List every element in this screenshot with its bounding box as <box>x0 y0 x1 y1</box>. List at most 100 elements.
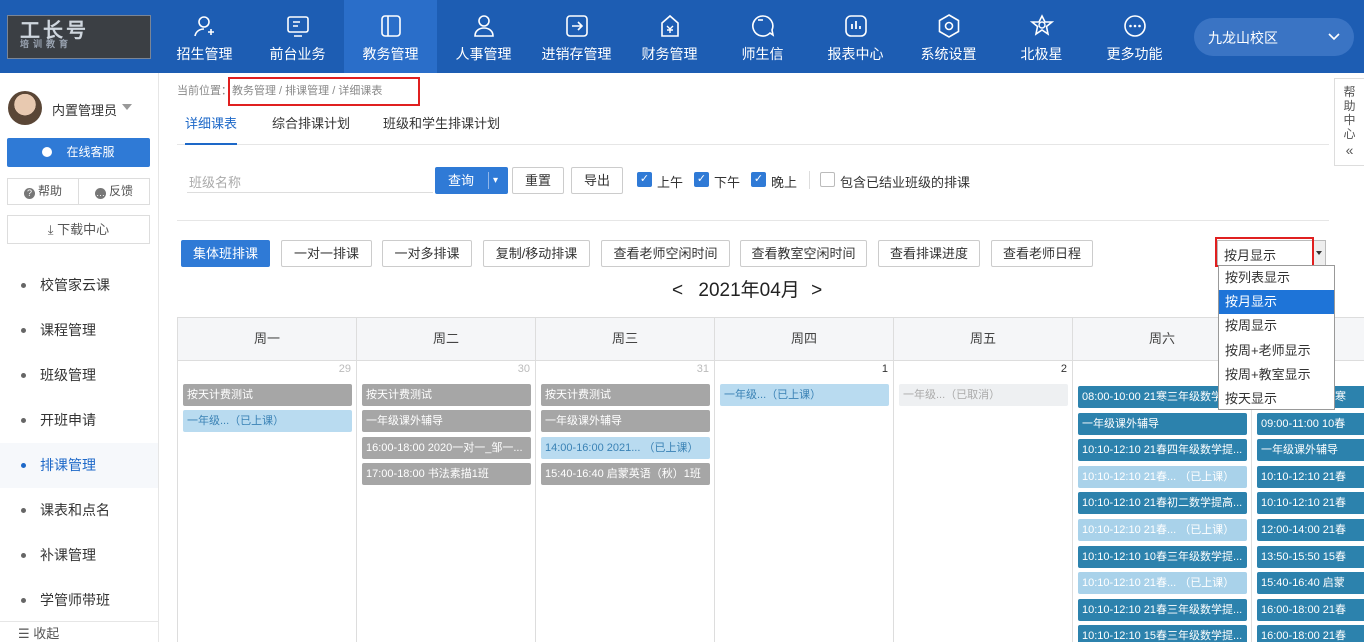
schedule-event[interactable]: 09:00-11:00 10春 <box>1257 412 1364 435</box>
schedule-event[interactable]: 10:10-12:10 21春... （已上课） <box>1078 572 1247 595</box>
main-nav: 招生管理 前台业务 教务管理 人事管理 进销存管理 财务管理 师生信 报表中心 系统设置 北极星 更… <box>158 0 1181 73</box>
schedule-event[interactable]: 一年级...（已上课） <box>720 384 889 406</box>
schedule-event[interactable]: 10:10-12:10 21春四年级数学提... <box>1078 439 1247 462</box>
logo[interactable]: 工长号 培训教育 <box>7 15 151 59</box>
nav-item-8[interactable]: 系统设置 <box>902 0 995 73</box>
view-option[interactable]: 按周显示 <box>1219 314 1334 338</box>
sidebar-item[interactable]: 校管家云课 <box>0 263 158 308</box>
view-option[interactable]: 按天显示 <box>1219 387 1334 411</box>
schedule-event[interactable]: 一年级...（已取消） <box>899 384 1068 406</box>
schedule-event[interactable]: 一年级...（已上课） <box>183 410 352 433</box>
pm-checkbox[interactable]: ✓ <box>694 172 709 187</box>
schedule-event[interactable]: 按天计费测试 <box>362 384 531 406</box>
schedule-event[interactable]: 10:10-12:10 21春 <box>1257 465 1364 488</box>
breadcrumb-prefix: 当前位置： <box>177 85 232 97</box>
caret-down-icon[interactable] <box>122 104 132 110</box>
sidebar-item[interactable]: 补课管理 <box>0 533 158 578</box>
view-option[interactable]: 按列表显示 <box>1219 266 1334 290</box>
nav-item-5[interactable]: 财务管理 <box>623 0 716 73</box>
tab-class-student-plan[interactable]: 班级和学生排课计划 <box>383 105 500 145</box>
sidebar-item[interactable]: 班级管理 <box>0 353 158 398</box>
schedule-progress-button[interactable]: 查看排课进度 <box>878 240 980 267</box>
user-name[interactable]: 内置管理员 <box>52 100 117 119</box>
schedule-event[interactable]: 15:40-16:40 启蒙英语（秋）1班 <box>541 462 710 485</box>
calendar-day-cell[interactable]: 31 按天计费测试 一年级课外辅导 14:00-16:00 2021... （已上课）… <box>536 361 715 642</box>
nav-item-label: 北极星 <box>1020 46 1063 62</box>
reset-button[interactable]: 重置 <box>512 167 564 194</box>
avatar[interactable] <box>8 91 42 125</box>
nav-item-6[interactable]: 师生信 <box>716 0 809 73</box>
schedule-event[interactable]: 13:50-15:50 15春 <box>1257 545 1364 568</box>
prev-month-button[interactable]: < <box>672 280 683 302</box>
collapse-button[interactable]: ☰ 收起 <box>0 621 158 642</box>
calendar-day-cell[interactable]: 2 一年级...（已取消） <box>894 361 1073 642</box>
am-checkbox[interactable]: ✓ <box>637 172 652 187</box>
teacher-free-time-button[interactable]: 查看老师空闲时间 <box>601 240 730 267</box>
calendar-day-cell[interactable]: 1 一年级...（已上课） <box>715 361 894 642</box>
schedule-event[interactable]: 16:00-18:00 21春 <box>1257 625 1364 642</box>
next-month-button[interactable]: > <box>811 280 822 302</box>
query-button[interactable]: 查询 ▾ <box>435 167 508 194</box>
nav-item-1[interactable]: 前台业务 <box>251 0 344 73</box>
calendar-day-cell[interactable]: 30 按天计费测试 一年级课外辅导 16:00-18:00 2020一对一_邹一...… <box>357 361 536 642</box>
evening-checkbox[interactable]: ✓ <box>751 172 766 187</box>
one-to-one-schedule-button[interactable]: 一对一排课 <box>281 240 372 267</box>
schedule-event[interactable]: 14:00-16:00 2021... （已上课） <box>541 436 710 459</box>
schedule-event[interactable]: 10:10-12:10 15春三年级数学提... <box>1078 625 1247 642</box>
download-label: 下载中心 <box>57 222 110 237</box>
sidebar-item[interactable]: 课表和点名 <box>0 488 158 533</box>
sidebar-item[interactable]: 课程管理 <box>0 308 158 353</box>
help-button[interactable]: ? 帮助 <box>8 179 78 204</box>
month-navigator: < 2021年04月 > <box>672 275 822 302</box>
view-option[interactable]: 按月显示 <box>1219 290 1334 315</box>
schedule-event[interactable]: 10:10-12:10 21春 <box>1257 492 1364 515</box>
export-button[interactable]: 导出 <box>571 167 623 194</box>
include-ended-checkbox[interactable] <box>820 172 835 187</box>
nav-item-2[interactable]: 教务管理 <box>344 0 437 73</box>
tab-combined-plan[interactable]: 综合排课计划 <box>272 105 350 145</box>
schedule-event[interactable]: 一年级课外辅导 <box>362 410 531 433</box>
nav-item-7[interactable]: 报表中心 <box>809 0 902 73</box>
schedule-event[interactable]: 10:10-12:10 21春... （已上课） <box>1078 465 1247 488</box>
sidebar-item[interactable]: 开班申请 <box>0 398 158 443</box>
campus-select[interactable]: 九龙山校区 <box>1194 18 1354 56</box>
schedule-event[interactable]: 16:00-18:00 2020一对一_邹一... <box>362 436 531 459</box>
nav-item-9[interactable]: 北极星 <box>995 0 1088 73</box>
copy-move-schedule-button[interactable]: 复制/移动排课 <box>483 240 590 267</box>
dropdown-arrow-icon[interactable]: ▾ <box>493 167 498 194</box>
schedule-event[interactable]: 17:00-18:00 书法素描1班 <box>362 462 531 485</box>
online-service-button[interactable]: 在线客服 <box>7 138 150 167</box>
one-to-many-schedule-button[interactable]: 一对多排课 <box>382 240 472 267</box>
weekday-header: 周三 <box>536 318 715 361</box>
classroom-free-time-button[interactable]: 查看教室空闲时间 <box>740 240 867 267</box>
schedule-event[interactable]: 10:10-12:10 10春三年级数学提... <box>1078 545 1247 568</box>
nav-item-4[interactable]: 进销存管理 <box>530 0 623 73</box>
nav-item-3[interactable]: 人事管理 <box>437 0 530 73</box>
schedule-event[interactable]: 16:00-18:00 21春 <box>1257 598 1364 621</box>
day-number: 30 <box>517 363 530 375</box>
schedule-event[interactable]: 15:40-16:40 启蒙 <box>1257 572 1364 595</box>
view-option[interactable]: 按周+老师显示 <box>1219 339 1334 363</box>
calendar-day-cell[interactable]: 29 按天计费测试 一年级...（已上课） <box>178 361 357 642</box>
sidebar-item[interactable]: 排课管理 <box>0 443 158 488</box>
schedule-event[interactable]: 一年级课外辅导 <box>1257 439 1364 462</box>
schedule-event[interactable]: 10:10-12:10 21春初二数学提高... <box>1078 492 1247 515</box>
tab-detail-schedule[interactable]: 详细课表 <box>185 105 238 145</box>
class-name-input[interactable]: 班级名称 <box>187 167 433 193</box>
nav-item-0[interactable]: 招生管理 <box>158 0 251 73</box>
sidebar-item[interactable]: 学管师带班 <box>0 578 158 623</box>
view-option[interactable]: 按周+教室显示 <box>1219 363 1334 387</box>
schedule-event[interactable]: 一年级课外辅导 <box>1078 412 1247 435</box>
schedule-event[interactable]: 按天计费测试 <box>183 384 352 406</box>
teacher-calendar-button[interactable]: 查看老师日程 <box>991 240 1093 267</box>
schedule-event[interactable]: 按天计费测试 <box>541 384 710 406</box>
nav-item-10[interactable]: 更多功能 <box>1088 0 1181 73</box>
schedule-event[interactable]: 一年级课外辅导 <box>541 410 710 433</box>
help-center-panel[interactable]: 帮助中心 « <box>1334 78 1364 166</box>
schedule-event[interactable]: 10:10-12:10 21春三年级数学提... <box>1078 598 1247 621</box>
feedback-button[interactable]: … 反馈 <box>78 179 149 204</box>
group-class-schedule-button[interactable]: 集体班排课 <box>181 240 270 267</box>
schedule-event[interactable]: 12:00-14:00 21春 <box>1257 519 1364 541</box>
download-center-button[interactable]: ⤓ 下载中心 <box>7 215 150 244</box>
schedule-event[interactable]: 10:10-12:10 21春... （已上课） <box>1078 519 1247 541</box>
